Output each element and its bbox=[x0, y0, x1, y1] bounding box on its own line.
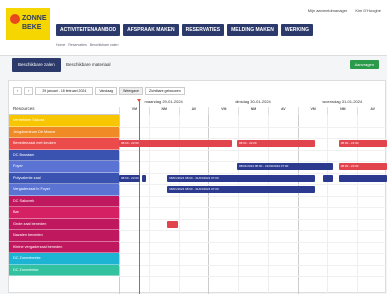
tab-beschikbare-materiaal[interactable]: Beschikbare materiaal bbox=[60, 58, 117, 72]
day-header: dinsdag 30-01-2024 bbox=[235, 99, 271, 104]
daypart-headers: VM NM AV VM NM AV VM NM AV bbox=[119, 107, 387, 115]
resource-row[interactable]: Jeugdcentrum De Mosne bbox=[9, 126, 119, 138]
row-line bbox=[119, 264, 387, 266]
reservation-event[interactable]: 08/01/2024 08:00 - 31/03/2024 07:00 bbox=[167, 186, 315, 193]
reservation-event[interactable]: 08:00 - 22:00 bbox=[119, 140, 232, 147]
nav-melding-maken[interactable]: MELDING MAKEN bbox=[227, 24, 278, 36]
sun-icon bbox=[10, 14, 20, 24]
current-time-marker bbox=[137, 99, 142, 294]
row-line bbox=[119, 184, 387, 185]
row-line bbox=[119, 126, 387, 128]
daypart-header: AV bbox=[178, 107, 209, 115]
period-select[interactable]: Weergave bbox=[119, 87, 143, 95]
daypart-header: AV bbox=[357, 107, 387, 115]
crumb-current: Beschikbare zalen bbox=[89, 43, 119, 47]
daypart-header: VM bbox=[297, 107, 328, 115]
resource-row[interactable]: DC Bosstam bbox=[9, 149, 119, 161]
nav-afspraak-maken[interactable]: AFSPRAAK MAKEN bbox=[123, 24, 179, 36]
resource-row[interactable]: Bar bbox=[9, 207, 119, 219]
row-line bbox=[119, 195, 387, 197]
nav-werking[interactable]: WERKING bbox=[280, 24, 314, 36]
daypart-header: VM bbox=[119, 107, 149, 115]
row-line bbox=[119, 161, 387, 162]
calendar-toolbar: ‹ › 29 januari - 18 februari 2024 Vandaa… bbox=[13, 87, 185, 95]
reservation-event[interactable]: 08/01/2024 08:00 - 31/03/2024 07:00 bbox=[167, 174, 315, 182]
row-line bbox=[119, 172, 387, 174]
resource-row[interactable]: Grote zaal beneden bbox=[9, 218, 119, 230]
date-range-picker[interactable]: 29 januari - 18 februari 2024 bbox=[35, 87, 94, 95]
reservation-event[interactable] bbox=[338, 174, 387, 182]
tab-beschikbare-zalen[interactable]: Beschikbare zalen bbox=[12, 58, 61, 72]
calendar-panel: ‹ › 29 januari - 18 februari 2024 Vandaa… bbox=[8, 80, 387, 294]
cart-link[interactable]: Mijn aanmeldmanager bbox=[308, 8, 348, 13]
reservation-event[interactable]: 08:00 - 22:00 bbox=[236, 140, 315, 147]
crumb-home[interactable]: Home bbox=[56, 43, 65, 47]
aanvragen-button[interactable]: Aanvragen bbox=[349, 60, 379, 69]
resource-row[interactable]: Foyer bbox=[9, 161, 119, 173]
resource-list: Vertrekken Sakura Jeugdcentrum De Mosne Be… bbox=[9, 115, 119, 276]
nav-reservaties[interactable]: RESERVATIES bbox=[181, 24, 225, 36]
day-header: maandag 29-01-2024 bbox=[144, 99, 183, 104]
reservation-event[interactable]: 08:00 - 22:00 bbox=[338, 163, 387, 170]
resource-row[interactable]: Kleine vergaderzaal beneden bbox=[9, 241, 119, 253]
prev-button[interactable]: ‹ bbox=[13, 87, 23, 95]
row-line bbox=[119, 241, 387, 243]
zonnebeke-logo[interactable]: ZONNE BEKE bbox=[6, 8, 50, 40]
daypart-header: NM bbox=[148, 107, 179, 115]
day-header: woensdag 31-01-2024 bbox=[322, 99, 363, 104]
reservation-event[interactable]: 08:00 - 22:00 bbox=[119, 174, 141, 182]
day-headers: maandag 29-01-2024 dinsdag 30-01-2024 wo… bbox=[119, 99, 387, 107]
resource-row[interactable]: Benedenzaal met keuken bbox=[9, 138, 119, 150]
row-line bbox=[119, 207, 387, 208]
resource-row[interactable]: Nazalen beneden bbox=[9, 230, 119, 242]
schedule-grid[interactable]: 08:00 - 22:00 08:00 - 22:00 08:00 - 22:00 0… bbox=[119, 99, 387, 294]
resource-row[interactable]: DC Zonnebeke bbox=[9, 264, 119, 276]
daypart-header: VM bbox=[208, 107, 238, 115]
resource-row[interactable]: Vergaderzaal in Foyer bbox=[9, 184, 119, 196]
resource-row[interactable]: Polyvalente zaal bbox=[9, 172, 119, 184]
resource-row[interactable]: Vertrekken Sakura bbox=[9, 115, 119, 127]
row-line bbox=[119, 230, 387, 231]
daypart-header: AV bbox=[267, 107, 298, 115]
nav-activiteitenaanbod[interactable]: ACTIVITEITENAANBOD bbox=[56, 24, 121, 36]
top-header: ZONNE BEKE Mijn aanmeldmanager Kim D'Hoo… bbox=[0, 0, 387, 56]
resource-row[interactable]: DC Zonnebeeke bbox=[9, 253, 119, 265]
reservation-event[interactable] bbox=[167, 220, 178, 228]
resource-row[interactable]: DC Sakunek bbox=[9, 195, 119, 207]
view-tabs: Beschikbare zalen Beschikbare materiaal … bbox=[8, 58, 379, 74]
legend-select[interactable]: Zichtbare gebouwen bbox=[144, 87, 185, 95]
daypart-header: NM bbox=[238, 107, 268, 115]
next-button[interactable]: › bbox=[24, 87, 34, 95]
logo-line2: BEKE bbox=[22, 24, 42, 31]
logo-line1: ZONNE bbox=[22, 15, 47, 22]
user-menu[interactable]: Kim D'Hooghe bbox=[355, 8, 381, 13]
today-button[interactable]: Vandaag bbox=[95, 87, 118, 95]
reservation-event[interactable] bbox=[322, 174, 334, 182]
row-line bbox=[119, 218, 387, 220]
row-line bbox=[119, 138, 387, 139]
main-nav: ACTIVITEITENAANBOD AFSPRAAK MAKEN RESERV… bbox=[56, 24, 314, 36]
daypart-header: NM bbox=[327, 107, 357, 115]
breadcrumb: Home Reservaties Beschikbare zalen bbox=[56, 43, 118, 47]
reservation-event[interactable]: 08:00 - 22:00 bbox=[338, 140, 387, 147]
crumb-reservaties[interactable]: Reservaties bbox=[68, 43, 86, 47]
grid-line bbox=[327, 115, 329, 294]
row-line bbox=[119, 276, 387, 277]
reservation-event[interactable]: 08/01/2024 08:00 - 31/03/2024 07:00 bbox=[236, 163, 334, 170]
resources-header: Resources bbox=[9, 103, 119, 115]
user-bar: Mijn aanmeldmanager Kim D'Hooghe bbox=[308, 8, 381, 13]
row-line bbox=[119, 253, 387, 254]
reservation-event[interactable] bbox=[141, 174, 146, 182]
row-line bbox=[119, 149, 387, 151]
